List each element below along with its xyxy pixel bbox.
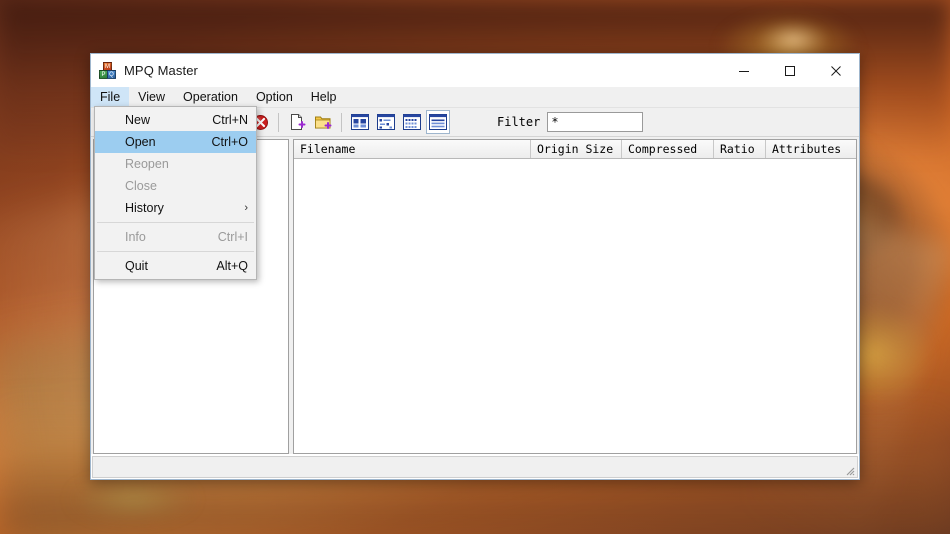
filter-label: Filter [497,115,541,129]
desktop: M P Q MPQ Master File View Operation Opt… [0,0,950,534]
menu-file[interactable]: File [91,87,130,107]
chevron-right-icon: › [244,202,248,214]
resize-grip-icon[interactable] [843,464,855,476]
new-archive-button[interactable] [285,110,309,134]
filter-input[interactable] [547,112,644,132]
file-dropdown-menu: New Ctrl+N Open Ctrl+O Reopen Close Hist… [94,106,257,280]
open-folder-icon [315,116,332,129]
view-small-icons-button[interactable] [374,110,398,134]
menu-item-open[interactable]: Open Ctrl+O [95,131,256,153]
menu-option[interactable]: Option [247,87,302,107]
menu-item-reopen: Reopen [95,153,256,175]
toolbar-separator-2 [341,112,342,132]
file-list-rows[interactable] [294,159,856,453]
menu-item-open-accel: Ctrl+O [211,135,248,149]
menu-item-info: Info Ctrl+I [95,226,256,248]
column-header-attributes[interactable]: Attributes [766,140,856,158]
menu-item-reopen-label: Reopen [125,157,169,171]
menu-item-close-label: Close [125,179,157,193]
menu-item-quit-label: Quit [125,259,148,273]
menu-operation[interactable]: Operation [174,87,247,107]
file-list-header: Filename Origin Size Compressed Ratio At… [294,140,856,159]
column-header-compressed[interactable]: Compressed [622,140,714,158]
window-controls [721,54,859,87]
window-title: MPQ Master [124,63,198,78]
new-file-icon [291,114,306,130]
menu-item-new-label: New [125,113,151,127]
wallpaper-green-accent [57,475,209,524]
menu-help[interactable]: Help [302,87,346,107]
menu-item-history[interactable]: History › [95,197,256,219]
block-bottom-right: Q [107,70,116,79]
menu-item-quit[interactable]: Quit Alt+Q [95,255,256,277]
menu-separator-2 [97,251,254,252]
close-button[interactable] [813,54,859,87]
minimize-button[interactable] [721,54,767,87]
menu-item-info-label: Info [125,230,146,244]
small-icons-icon [377,114,395,130]
maximize-button[interactable] [767,54,813,87]
view-list-button[interactable] [400,110,424,134]
view-details-button[interactable] [426,110,450,134]
menu-item-info-accel: Ctrl+I [217,230,248,244]
file-list-panel: Filename Origin Size Compressed Ratio At… [293,139,857,454]
filter-control: Filter [497,112,644,132]
menu-item-new[interactable]: New Ctrl+N [95,109,256,131]
title-bar[interactable]: M P Q MPQ Master [91,54,859,87]
column-header-origin-size[interactable]: Origin Size [531,140,622,158]
column-header-filename[interactable]: Filename [294,140,531,158]
status-bar [92,456,858,478]
toolbar-separator-1 [278,112,279,132]
minimize-icon [739,70,749,72]
list-view-icon [403,114,421,130]
menu-view[interactable]: View [129,87,174,107]
large-icons-icon [351,114,369,130]
menu-item-close: Close [95,175,256,197]
menu-separator-1 [97,222,254,223]
details-view-icon [429,114,447,130]
menu-bar: File View Operation Option Help [91,87,859,108]
menu-item-open-label: Open [125,135,156,149]
blocks-icon: M P Q [99,62,116,79]
view-large-icons-button[interactable] [348,110,372,134]
menu-item-history-label: History [125,201,164,215]
menu-item-new-accel: Ctrl+N [212,113,248,127]
menu-item-quit-accel: Alt+Q [216,259,248,273]
column-header-ratio[interactable]: Ratio [714,140,766,158]
maximize-icon [785,65,795,76]
close-icon [831,65,841,76]
open-folder-button[interactable] [311,110,335,134]
